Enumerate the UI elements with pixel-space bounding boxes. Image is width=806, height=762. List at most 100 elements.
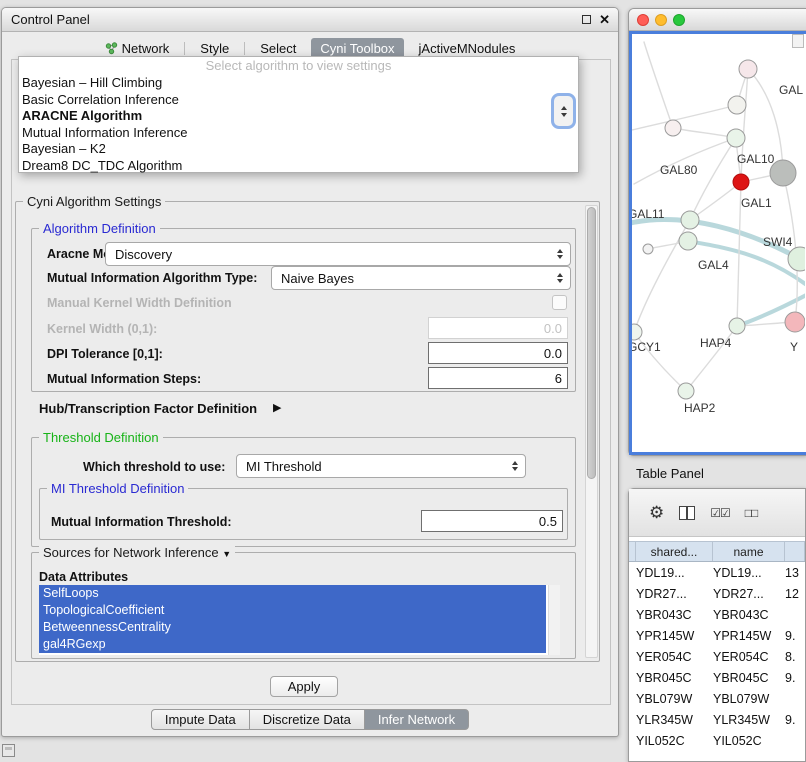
aracne-mode-combo[interactable]: Discovery [105, 242, 571, 266]
group-title: MI Threshold Definition [47, 481, 188, 496]
table-cell[interactable]: 9. [785, 671, 805, 685]
algorithm-option[interactable]: Mutual Information Inference [19, 125, 578, 142]
network-node[interactable] [785, 312, 805, 332]
table-row[interactable]: YIL052CYIL052C [629, 730, 805, 751]
data-attribute-item-selected[interactable]: SelfLoops [39, 585, 546, 602]
data-attribute-item-selected[interactable]: gal4RGexp [39, 636, 546, 653]
mi-threshold-label: Mutual Information Threshold: [51, 515, 232, 529]
algorithm-option[interactable]: Bayesian – Hill Climbing [19, 75, 578, 92]
table-row[interactable]: YBR045CYBR045C9. [629, 667, 805, 688]
combo-arrows-icon [557, 273, 563, 283]
tab-impute-data[interactable]: Impute Data [151, 709, 250, 730]
mi-algorithm-type-combo[interactable]: Naive Bayes [271, 266, 571, 290]
column-header-extra[interactable] [785, 542, 805, 561]
table-cell[interactable]: YDR27... [636, 587, 713, 601]
tab-infer-network[interactable]: Infer Network [364, 709, 469, 730]
network-window-titlebar[interactable] [629, 9, 806, 31]
table-cell[interactable]: YBR045C [713, 671, 785, 685]
table-cell[interactable]: 13 [785, 566, 805, 580]
algorithm-combo-button-fragment[interactable] [551, 93, 576, 129]
network-node[interactable] [727, 129, 745, 147]
network-node-label: GAL1 [741, 196, 772, 210]
table-cell[interactable]: YBR043C [636, 608, 713, 622]
table-cell[interactable]: YER054C [713, 650, 785, 664]
network-node[interactable] [681, 211, 699, 229]
table-cell[interactable]: YPR145W [713, 629, 785, 643]
network-node[interactable] [643, 244, 653, 254]
algorithm-option[interactable]: Basic Correlation Inference [19, 92, 578, 109]
zoom-traffic-light-icon[interactable] [673, 14, 685, 26]
network-tab-icon [105, 42, 118, 55]
select-all-checks-icon[interactable]: ☑☑ [710, 506, 730, 520]
sources-collapse-arrow-icon[interactable]: ▼ [222, 549, 231, 559]
kernel-width-field[interactable]: 0.0 [428, 317, 568, 339]
control-panel-titlebar[interactable]: Control Panel ✕ [2, 8, 618, 32]
network-edge [690, 182, 741, 220]
columns-icon[interactable] [679, 506, 695, 520]
dpi-tolerance-field[interactable]: 0.0 [428, 342, 568, 364]
settings-scrollbar-thumb[interactable] [587, 207, 596, 479]
table-cell[interactable]: YER054C [636, 650, 713, 664]
hub-expand-arrow-icon[interactable]: ▶ [273, 401, 281, 414]
table-cell[interactable]: YDL19... [713, 566, 785, 580]
table-row[interactable]: YER054CYER054C8. [629, 646, 805, 667]
data-attribute-item-selected[interactable]: TopologicalCoefficient [39, 602, 546, 619]
table-cell[interactable]: YBR045C [636, 671, 713, 685]
table-row[interactable]: YDR27...YDR27...12 [629, 583, 805, 604]
attributes-list-scrollbar[interactable] [548, 585, 560, 655]
table-cell[interactable]: YIL052C [713, 734, 785, 748]
close-traffic-light-icon[interactable] [637, 14, 649, 26]
table-cell[interactable]: YBL079W [636, 692, 713, 706]
apply-button[interactable]: Apply [270, 676, 338, 697]
mi-threshold-field[interactable]: 0.5 [421, 510, 563, 532]
minimize-traffic-light-icon[interactable] [655, 14, 667, 26]
algorithm-option[interactable]: Dream8 DC_TDC Algorithm [19, 158, 578, 175]
table-cell[interactable]: YBL079W [713, 692, 785, 706]
control-panel-window: Control Panel ✕ Network Style Select Cyn… [1, 7, 619, 737]
table-cell[interactable]: 12 [785, 587, 805, 601]
column-header-name[interactable]: name [713, 542, 785, 561]
network-node[interactable] [678, 383, 694, 399]
column-header-shared-name[interactable]: shared... [636, 542, 713, 561]
table-row[interactable]: YBL079WYBL079W [629, 688, 805, 709]
network-node[interactable] [665, 120, 681, 136]
table-row[interactable]: YPR145WYPR145W9. [629, 625, 805, 646]
algorithm-option[interactable]: Bayesian – K2 [19, 141, 578, 158]
network-node[interactable] [728, 96, 746, 114]
network-node[interactable] [729, 318, 745, 334]
network-node[interactable] [679, 232, 697, 250]
minimized-panel-icon[interactable] [2, 744, 15, 757]
table-cell[interactable]: YIL052C [636, 734, 713, 748]
data-attribute-item-selected[interactable]: BetweennessCentrality [39, 619, 546, 636]
settings-scrollbar[interactable] [585, 205, 598, 658]
network-node[interactable] [739, 60, 757, 78]
table-row[interactable]: YBR043CYBR043C [629, 604, 805, 625]
manual-kernel-width-checkbox[interactable] [552, 295, 567, 310]
network-node[interactable] [788, 247, 805, 271]
table-cell[interactable]: YBR043C [713, 608, 785, 622]
network-node[interactable] [733, 174, 749, 190]
close-window-icon[interactable]: ✕ [599, 15, 610, 25]
algorithm-option-selected[interactable]: ARACNE Algorithm [19, 108, 578, 125]
table-cell[interactable]: 9. [785, 629, 805, 643]
which-threshold-combo[interactable]: MI Threshold [236, 454, 526, 478]
table-cell[interactable]: 8. [785, 650, 805, 664]
network-scroll-corner[interactable] [792, 34, 804, 48]
network-node-label: HAP4 [700, 336, 732, 350]
mi-steps-field[interactable]: 6 [428, 367, 568, 389]
table-row[interactable]: YLR345WYLR345W9. [629, 709, 805, 730]
network-canvas-svg[interactable]: GALGAL80GAL10GAL11GAL1SWI4GAL4GCY1HAP4YH… [632, 34, 805, 454]
table-cell[interactable]: YLR345W [713, 713, 785, 727]
gear-icon[interactable]: ⚙ [649, 503, 664, 523]
network-node[interactable] [632, 324, 642, 340]
float-window-icon[interactable] [582, 15, 591, 24]
table-cell[interactable]: YPR145W [636, 629, 713, 643]
table-cell[interactable]: YLR345W [636, 713, 713, 727]
table-row[interactable]: YDL19...YDL19...13 [629, 562, 805, 583]
table-cell[interactable]: YDR27... [713, 587, 785, 601]
tab-discretize-data[interactable]: Discretize Data [249, 709, 365, 730]
table-cell[interactable]: YDL19... [636, 566, 713, 580]
table-cell[interactable]: 9. [785, 713, 805, 727]
deselect-all-boxes-icon[interactable]: □□ [745, 506, 758, 520]
sources-title: Sources for Network Inference [43, 545, 219, 560]
